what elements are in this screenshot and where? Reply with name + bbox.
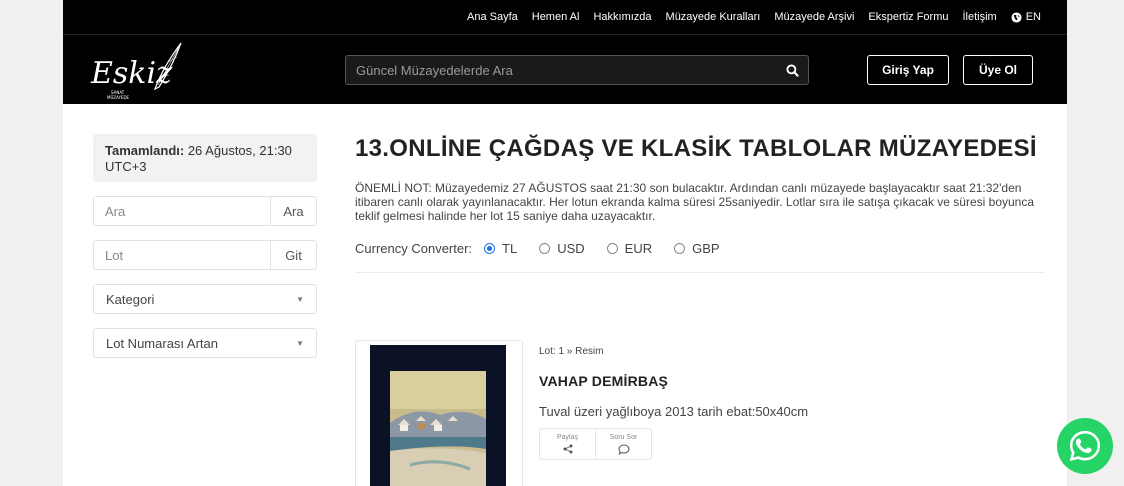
currency-label: Currency Converter: xyxy=(355,241,473,256)
page: Ana Sayfa Hemen Al Hakkımızda Müzayede K… xyxy=(63,0,1067,486)
nav-home[interactable]: Ana Sayfa xyxy=(467,11,518,23)
share-icon xyxy=(563,444,572,454)
currency-option-label: TL xyxy=(502,241,518,256)
share-button[interactable]: Paylaş xyxy=(540,429,595,459)
nav-buy-now[interactable]: Hemen Al xyxy=(532,11,580,23)
nav-expertise-form[interactable]: Ekspertiz Formu xyxy=(868,11,948,23)
auction-status: Tamamlandı: 26 Ağustos, 21:30 UTC+3 xyxy=(93,134,317,182)
chat-bubble-icon xyxy=(617,443,630,455)
category-select-value: Kategori xyxy=(106,291,155,307)
nav-auction-archive[interactable]: Müzayede Arşivi xyxy=(774,11,854,23)
sidebar-search: Ara xyxy=(93,196,317,226)
nav-contact[interactable]: İletişim xyxy=(962,11,996,23)
language-switch[interactable]: EN xyxy=(1011,11,1041,23)
header: Eskiz SANAT MÜZAYEDE Giriş Yap Üye Ol xyxy=(63,34,1067,104)
currency-option-eur[interactable]: EUR xyxy=(606,241,653,256)
signup-button[interactable]: Üye Ol xyxy=(963,55,1033,85)
caret-down-icon: ▼ xyxy=(296,294,304,304)
category-select[interactable]: Kategori ▼ xyxy=(93,284,317,314)
currency-option-gbp[interactable]: GBP xyxy=(674,241,720,256)
top-nav: Ana Sayfa Hemen Al Hakkımızda Müzayede K… xyxy=(63,0,1067,34)
painting-thumbnail xyxy=(370,345,506,486)
share-label: Paylaş xyxy=(556,434,578,441)
logo-sub-2: MÜZAYEDE xyxy=(107,95,130,100)
sidebar-search-button[interactable]: Ara xyxy=(270,197,316,225)
radio-icon xyxy=(674,243,686,254)
lot-jump: Git xyxy=(93,240,317,270)
auction-title: 13.ONLİNE ÇAĞDAŞ VE KLASİK TABLOLAR MÜZA… xyxy=(355,135,1037,162)
radio-icon xyxy=(539,243,551,254)
nav-auction-rules[interactable]: Müzayede Kuralları xyxy=(666,11,761,23)
whatsapp-icon xyxy=(1069,430,1101,462)
login-button[interactable]: Giriş Yap xyxy=(867,55,949,85)
caret-down-icon: ▼ xyxy=(296,338,304,348)
ask-question-button[interactable]: Soru Sor xyxy=(595,429,651,459)
globe-icon xyxy=(1011,11,1022,23)
sort-select[interactable]: Lot Numarası Artan ▼ xyxy=(93,328,317,358)
status-label: Tamamlandı: xyxy=(105,143,185,158)
lot-image[interactable] xyxy=(355,340,523,486)
lot-number: Lot: 1 » Resim xyxy=(539,346,604,357)
lot-artist[interactable]: VAHAP DEMİRBAŞ xyxy=(539,373,808,389)
lot-number-input[interactable] xyxy=(94,241,270,269)
ask-question-label: Soru Sor xyxy=(609,433,638,441)
currency-option-label: USD xyxy=(557,241,585,256)
lot-description: Tuval üzeri yağlıboya 2013 tarih ebat:50… xyxy=(539,404,809,419)
radio-selected-icon xyxy=(484,243,496,254)
language-label: EN xyxy=(1025,11,1041,23)
nav-about[interactable]: Hakkımızda xyxy=(593,11,651,23)
logo[interactable]: Eskiz SANAT MÜZAYEDE xyxy=(85,37,195,103)
currency-converter: Currency Converter: TL USD EUR GBP xyxy=(355,241,1045,256)
header-search xyxy=(345,55,809,85)
currency-option-usd[interactable]: USD xyxy=(539,241,585,256)
header-search-input[interactable] xyxy=(346,62,776,78)
currency-option-tl[interactable]: TL xyxy=(484,241,517,256)
lot-go-button[interactable]: Git xyxy=(270,241,316,269)
divider xyxy=(355,272,1045,273)
main-content: 13.ONLİNE ÇAĞDAŞ VE KLASİK TABLOLAR MÜZA… xyxy=(355,134,1045,273)
lot-info: Lot: 1 » Resim VAHAP DEMİRBAŞ Tuval üzer… xyxy=(539,340,808,460)
search-icon xyxy=(785,63,799,77)
sort-select-value: Lot Numarası Artan xyxy=(106,335,218,351)
radio-icon xyxy=(606,243,618,254)
sidebar: Tamamlandı: 26 Ağustos, 21:30 UTC+3 Ara … xyxy=(93,134,317,358)
sidebar-search-input[interactable] xyxy=(94,197,270,225)
header-search-button[interactable] xyxy=(776,56,808,84)
important-note: ÖNEMLİ NOT: Müzayedemiz 27 AĞUSTOS saat … xyxy=(355,181,1035,223)
currency-option-label: EUR xyxy=(624,241,653,256)
currency-option-label: GBP xyxy=(692,241,720,256)
whatsapp-button[interactable] xyxy=(1057,418,1113,474)
lot-actions: Paylaş Soru Sor xyxy=(539,428,652,460)
